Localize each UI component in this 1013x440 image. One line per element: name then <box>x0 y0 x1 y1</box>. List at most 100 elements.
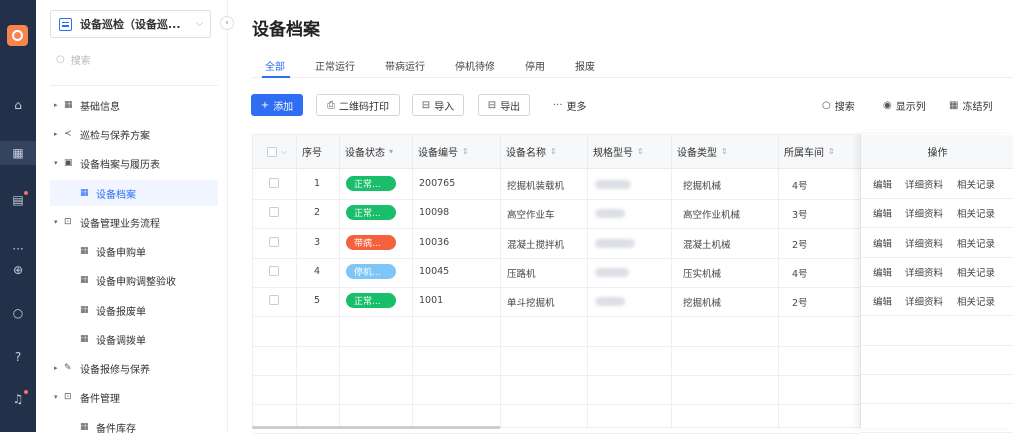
col-header-label: 设备类型 <box>677 148 717 159</box>
equipment-code: 10045 <box>419 266 450 277</box>
details-link[interactable]: 详细资料 <box>905 206 943 220</box>
sort-icon[interactable]: ⇕ <box>550 147 557 156</box>
import-button[interactable]: ⊟ 导入 <box>412 94 464 116</box>
sidebar-item[interactable]: ▸ ▦ 基础信息 <box>50 92 218 118</box>
col-header[interactable]: 设备状态 ▾ <box>339 135 412 169</box>
records-link[interactable]: 相关记录 <box>957 265 995 279</box>
sort-icon[interactable]: ▾ <box>389 147 393 156</box>
tab-1[interactable]: 正常运行 <box>315 58 355 73</box>
search-icon[interactable]: ○ <box>0 302 36 324</box>
sort-icon[interactable]: ⇕ <box>637 147 644 156</box>
col-header[interactable]: 设备编号 ⇕ <box>412 135 500 169</box>
qr-print-button[interactable]: ⎙ 二维码打印 <box>316 94 400 116</box>
sidebar-item[interactable]: ▦ 设备申购单 <box>50 238 218 264</box>
app-logo[interactable] <box>7 25 28 46</box>
records-link[interactable]: 相关记录 <box>957 177 995 191</box>
row-number: 3 <box>314 237 321 248</box>
plus-circle-icon[interactable]: ⊕ <box>0 259 36 281</box>
workshop: 4号 <box>792 181 808 192</box>
equipment-name[interactable]: 压路机 <box>507 266 536 280</box>
col-divider <box>412 135 413 429</box>
tab-0[interactable]: 全部 <box>265 58 285 73</box>
details-link[interactable]: 详细资料 <box>905 265 943 279</box>
edit-link[interactable]: 编辑 <box>873 206 892 220</box>
tab-4[interactable]: 停用 <box>525 58 545 73</box>
sort-icon[interactable]: ⇕ <box>721 147 728 156</box>
col-header[interactable]: 所属车间 ⇕ <box>778 135 861 169</box>
export-button[interactable]: ⊟ 导出 <box>478 94 530 116</box>
plus-icon: + <box>260 99 270 111</box>
sidebar-item[interactable]: ▦ 备件库存 <box>50 414 218 440</box>
details-link[interactable]: 详细资料 <box>905 294 943 308</box>
chevron-down-icon[interactable]: ⌵ <box>281 147 287 157</box>
edit-link[interactable]: 编辑 <box>873 294 892 308</box>
search-button[interactable]: ○ 搜索 <box>822 98 855 113</box>
show-columns-button[interactable]: ◉ 显示列 <box>883 98 926 113</box>
clipboard-icon[interactable]: ▤ <box>0 189 36 211</box>
col-header-label: 规格型号 <box>593 148 633 159</box>
edit-link[interactable]: 编辑 <box>873 265 892 279</box>
edit-link[interactable]: 编辑 <box>873 177 892 191</box>
row-number: 4 <box>314 266 321 277</box>
app-title: 设备巡检（设备巡... <box>80 18 181 31</box>
collapse-sidebar-button[interactable]: ‹ <box>220 16 234 30</box>
sidebar-item[interactable]: ▾ ▣ 设备档案与履历表 <box>50 150 218 176</box>
records-link[interactable]: 相关记录 <box>957 236 995 250</box>
sidebar-item[interactable]: ▾ ⊡ 设备管理业务流程 <box>50 209 218 235</box>
add-button[interactable]: + 添加 <box>251 94 303 116</box>
col-header[interactable]: 设备类型 ⇕ <box>671 135 778 169</box>
sort-icon[interactable]: ⇕ <box>828 147 835 156</box>
tab-5[interactable]: 报废 <box>575 58 595 73</box>
equipment-name[interactable]: 高空作业车 <box>507 207 555 221</box>
row-divider <box>253 375 861 376</box>
horizontal-scrollbar[interactable] <box>252 426 500 429</box>
status-badge: 正常... <box>346 293 396 308</box>
help-icon[interactable]: ? <box>0 346 36 368</box>
bell-icon[interactable]: ♫ <box>0 388 36 410</box>
col-header[interactable]: 规格型号 ⇕ <box>587 135 671 169</box>
col-header[interactable]: 设备名称 ⇕ <box>500 135 587 169</box>
details-link[interactable]: 详细资料 <box>905 177 943 191</box>
sort-icon[interactable]: ⇕ <box>462 147 469 156</box>
model-redacted <box>595 180 631 189</box>
row-checkbox[interactable] <box>269 295 279 305</box>
sidebar-item[interactable]: ▾ ⊡ 备件管理 <box>50 384 218 410</box>
equipment-name[interactable]: 单斗挖掘机 <box>507 295 555 309</box>
sidebar-item-label: 设备档案与履历表 <box>80 159 160 171</box>
freeze-columns-button[interactable]: ▦ 冻结列 <box>949 98 992 113</box>
records-link[interactable]: 相关记录 <box>957 294 995 308</box>
grid-icon: ▦ <box>80 188 89 198</box>
expand-arrow-icon: ▾ <box>54 159 58 167</box>
records-link[interactable]: 相关记录 <box>957 206 995 220</box>
app-selector[interactable]: 设备巡检（设备巡... ⌵ <box>50 10 211 38</box>
row-checkbox[interactable] <box>269 207 279 217</box>
sidebar-item-label: 设备申购单 <box>96 247 146 259</box>
row-checkbox[interactable] <box>269 266 279 276</box>
sidebar-item[interactable]: ▸ ✎ 设备报修与保养 <box>50 355 218 381</box>
equipment-code: 1001 <box>419 295 444 306</box>
status-badge: 正常... <box>346 176 396 191</box>
page-title: 设备档案 <box>252 20 320 40</box>
grid-icon: ▦ <box>80 246 89 256</box>
tab-3[interactable]: 停机待修 <box>455 58 495 73</box>
row-checkbox[interactable] <box>269 237 279 247</box>
row-checkbox[interactable] <box>269 178 279 188</box>
home-icon[interactable]: ⌂ <box>0 94 36 116</box>
workshop: 3号 <box>792 210 808 221</box>
sidebar-item[interactable]: ▦ 设备申购调整验收 <box>50 267 218 293</box>
equipment-name[interactable]: 挖掘机装载机 <box>507 178 564 192</box>
more-button[interactable]: ··· 更多 <box>553 98 587 113</box>
select-all-checkbox[interactable] <box>267 146 277 157</box>
sidebar-item[interactable]: ▦ 设备档案 <box>50 180 218 206</box>
sidebar-item[interactable]: ▦ 设备调拨单 <box>50 326 218 352</box>
sidebar-item[interactable]: ▦ 设备报废单 <box>50 297 218 323</box>
sidebar-item[interactable]: ▸ ≺ 巡检与保养方案 <box>50 121 218 147</box>
grid-icon[interactable]: ▦ <box>0 141 36 165</box>
more-icon[interactable]: ··· <box>0 238 36 260</box>
edit-link[interactable]: 编辑 <box>873 236 892 250</box>
sidebar-search[interactable]: ○ 搜索 <box>56 52 216 67</box>
details-link[interactable]: 详细资料 <box>905 236 943 250</box>
equipment-name[interactable]: 混凝土搅拌机 <box>507 237 564 251</box>
tab-2[interactable]: 带病运行 <box>385 58 425 73</box>
expand-arrow-icon: ▾ <box>54 218 58 226</box>
